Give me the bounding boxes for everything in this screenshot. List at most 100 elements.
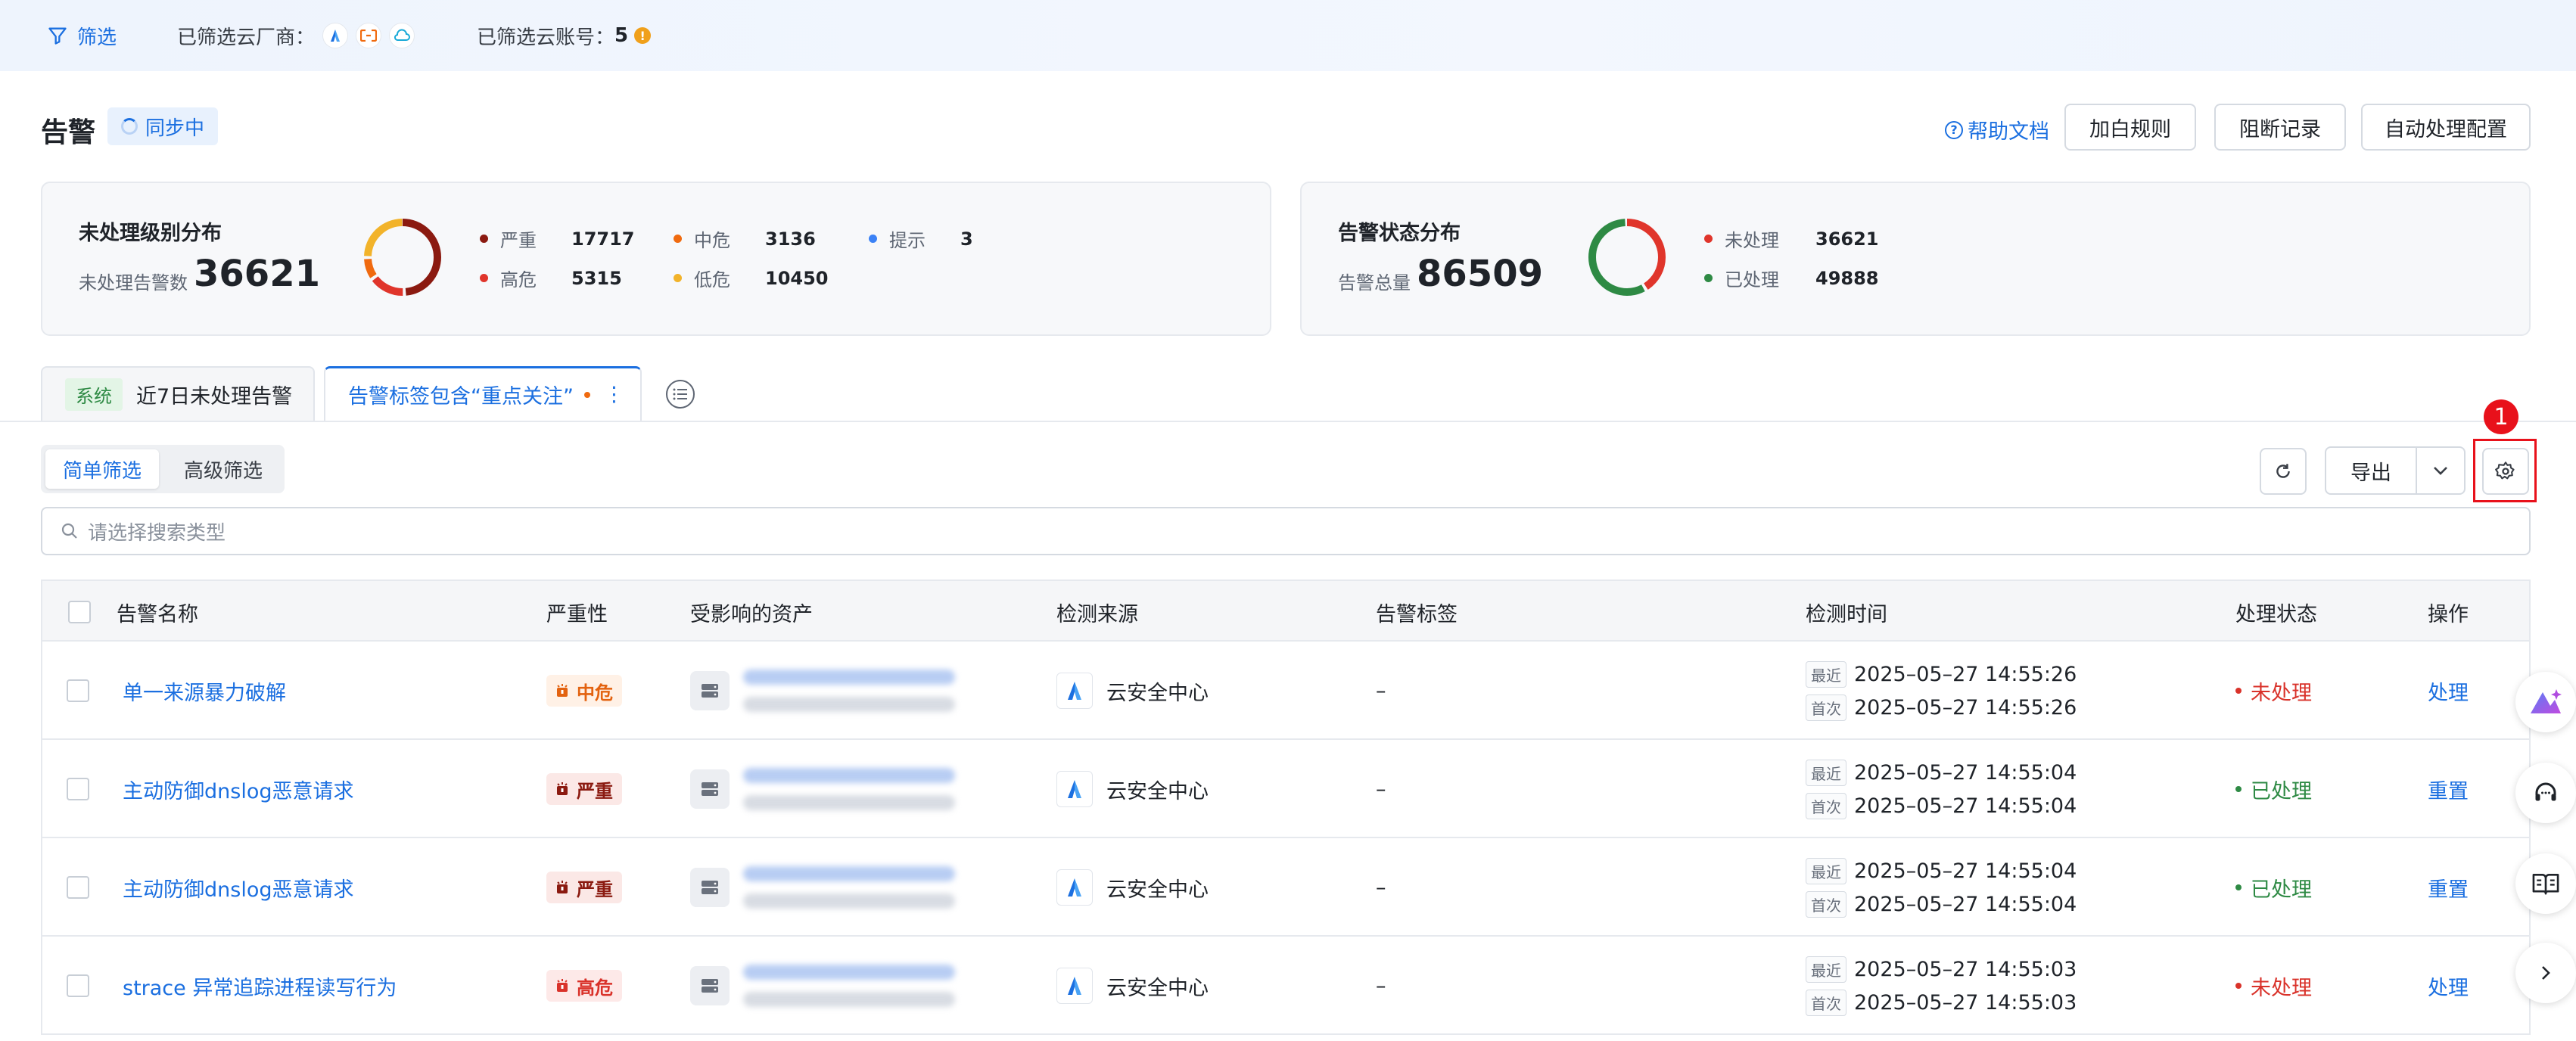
alarm-icon bbox=[557, 684, 568, 697]
chevron-right-icon bbox=[2542, 966, 2550, 980]
whitelist-rules-button[interactable]: 加白规则 bbox=[2064, 104, 2196, 151]
status-text: 已处理 bbox=[2251, 878, 2312, 902]
first-time-value: 2025–05–27 14:55:04 bbox=[1854, 794, 2077, 818]
tab-key-focus-label: 告警标签包含“重点关注” bbox=[348, 385, 574, 409]
tab-recent-unprocessed[interactable]: 系统 近7日未处理告警 bbox=[41, 366, 315, 421]
first-tag: 首次 bbox=[1806, 792, 1846, 819]
asset-redacted bbox=[743, 768, 955, 810]
header-name: 告警名称 bbox=[117, 602, 198, 626]
system-tag: 系统 bbox=[65, 378, 123, 411]
filter-button[interactable]: 筛选 bbox=[47, 0, 117, 71]
affected-asset[interactable] bbox=[690, 642, 955, 740]
table-row[interactable]: 单一来源暴力破解 中危 云安全中心 – 最近 2025–05–27 14:55:… bbox=[41, 642, 2531, 740]
alert-name-link[interactable]: 单一来源暴力破解 bbox=[123, 642, 286, 740]
row-checkbox[interactable] bbox=[67, 937, 89, 1035]
alert-name-link[interactable]: strace 异常追踪进程读写行为 bbox=[123, 937, 397, 1035]
sync-status-badge: 同步中 bbox=[107, 107, 219, 145]
alert-tags: – bbox=[1376, 875, 1386, 900]
status-card-title: 告警状态分布 bbox=[1338, 222, 1461, 245]
aliyun-vendor-icon bbox=[356, 23, 382, 48]
search-input[interactable]: 请选择搜索类型 bbox=[41, 507, 2531, 555]
collapse-panel-button[interactable] bbox=[2515, 943, 2576, 1003]
advanced-filter-option[interactable]: 高级筛选 bbox=[166, 449, 280, 489]
first-tag: 首次 bbox=[1806, 694, 1846, 721]
affected-asset[interactable] bbox=[690, 937, 955, 1035]
recent-time-value: 2025–05–27 14:55:04 bbox=[1854, 859, 2077, 883]
processed-dot-icon bbox=[1704, 274, 1713, 282]
help-doc-label: 帮助文档 bbox=[1968, 120, 2049, 144]
search-placeholder: 请选择搜索类型 bbox=[88, 521, 226, 545]
accounts-filter[interactable]: 已筛选云账号： 5 ! bbox=[477, 0, 652, 71]
severity-badge: 高危 bbox=[546, 937, 622, 1035]
row-checkbox[interactable] bbox=[67, 642, 89, 740]
block-records-button[interactable]: 阻断记录 bbox=[2214, 104, 2346, 151]
ai-assistant-button[interactable] bbox=[2515, 672, 2576, 732]
docs-button[interactable] bbox=[2515, 853, 2576, 914]
chevron-down-icon bbox=[2434, 467, 2447, 475]
row-action-link[interactable]: 处理 bbox=[2428, 937, 2469, 1035]
legend-high: 高危 5315 bbox=[480, 265, 677, 291]
headset-icon bbox=[2535, 782, 2556, 801]
detection-source: 云安全中心 bbox=[1056, 642, 1209, 740]
alert-name-link[interactable]: 主动防御dnslog恶意请求 bbox=[123, 838, 353, 937]
auto-process-config-button[interactable]: 自动处理配置 bbox=[2361, 104, 2531, 151]
alert-name-link[interactable]: 主动防御dnslog恶意请求 bbox=[123, 740, 353, 838]
sync-status-text: 同步中 bbox=[145, 117, 205, 140]
row-checkbox[interactable] bbox=[67, 740, 89, 838]
row-action-link[interactable]: 重置 bbox=[2428, 740, 2469, 838]
select-all-checkbox[interactable] bbox=[68, 581, 91, 643]
affected-asset[interactable] bbox=[690, 740, 955, 838]
export-dropdown[interactable] bbox=[2417, 465, 2464, 476]
refresh-button[interactable] bbox=[2260, 448, 2307, 495]
asset-redacted bbox=[743, 670, 955, 712]
table-row[interactable]: 主动防御dnslog恶意请求 严重 云安全中心 – 最近 2025–05–27 … bbox=[41, 838, 2531, 937]
header-time: 检测时间 bbox=[1806, 602, 1887, 626]
legend-high-label: 高危 bbox=[500, 269, 537, 291]
export-button[interactable]: 导出 bbox=[2326, 456, 2416, 486]
row-checkbox[interactable] bbox=[67, 838, 89, 937]
header-severity: 严重性 bbox=[546, 602, 608, 626]
tabs-divider bbox=[0, 421, 2576, 422]
asset-redacted bbox=[743, 866, 955, 909]
tab-key-focus[interactable]: 告警标签包含“重点关注” ⋮ bbox=[324, 366, 642, 421]
filter-label: 筛选 bbox=[77, 26, 117, 49]
help-icon: ? bbox=[1945, 120, 1963, 139]
recent-time: 最近 2025–05–27 14:55:26 bbox=[1806, 657, 2077, 691]
header-asset: 受影响的资产 bbox=[690, 602, 813, 626]
help-doc-link[interactable]: ? 帮助文档 bbox=[1945, 115, 2049, 144]
alarm-icon bbox=[557, 881, 568, 893]
legend-critical: 严重 17717 bbox=[480, 225, 677, 252]
simple-filter-option[interactable]: 简单筛选 bbox=[45, 449, 159, 489]
recent-time: 最近 2025–05–27 14:55:04 bbox=[1806, 756, 2077, 789]
server-icon bbox=[690, 671, 730, 710]
status-dot-icon bbox=[2235, 983, 2242, 989]
status-dot-icon bbox=[2235, 786, 2242, 792]
row-action-link[interactable]: 重置 bbox=[2428, 838, 2469, 937]
status-text: 已处理 bbox=[2251, 779, 2312, 803]
recent-tag: 最近 bbox=[1806, 857, 1846, 884]
table-row[interactable]: strace 异常追踪进程读写行为 高危 云安全中心 – 最近 2025–05–… bbox=[41, 937, 2531, 1035]
tab-list-icon[interactable] bbox=[666, 380, 695, 409]
level-card-total: 36621 bbox=[194, 253, 320, 295]
header-action: 操作 bbox=[2428, 602, 2469, 626]
vendors-filter[interactable]: 已筛选云厂商： bbox=[177, 0, 415, 71]
severity-badge: 中危 bbox=[546, 642, 622, 740]
detection-source: 云安全中心 bbox=[1056, 740, 1209, 838]
row-action-link[interactable]: 处理 bbox=[2428, 642, 2469, 740]
first-time-value: 2025–05–27 14:55:26 bbox=[1854, 695, 2077, 719]
warning-icon: ! bbox=[634, 27, 652, 44]
legend-critical-value: 17717 bbox=[571, 228, 635, 250]
table-row[interactable]: 主动防御dnslog恶意请求 严重 云安全中心 – 最近 2025–05–27 … bbox=[41, 740, 2531, 838]
status-dot-icon bbox=[2235, 688, 2242, 694]
tab-more-icon[interactable]: ⋮ bbox=[604, 383, 624, 406]
detection-time: 最近 2025–05–27 14:55:04 首次 2025–05–27 14:55… bbox=[1806, 838, 2077, 937]
legend-unprocessed-label: 未处理 bbox=[1725, 230, 1779, 251]
source-name: 云安全中心 bbox=[1106, 779, 1209, 803]
legend-critical-label: 严重 bbox=[500, 230, 537, 251]
affected-asset[interactable] bbox=[690, 838, 955, 937]
refresh-icon bbox=[2276, 464, 2290, 478]
column-settings-button[interactable] bbox=[2482, 448, 2529, 495]
support-button[interactable] bbox=[2515, 763, 2576, 823]
alarm-icon bbox=[557, 979, 568, 992]
asset-redacted bbox=[743, 965, 955, 1007]
